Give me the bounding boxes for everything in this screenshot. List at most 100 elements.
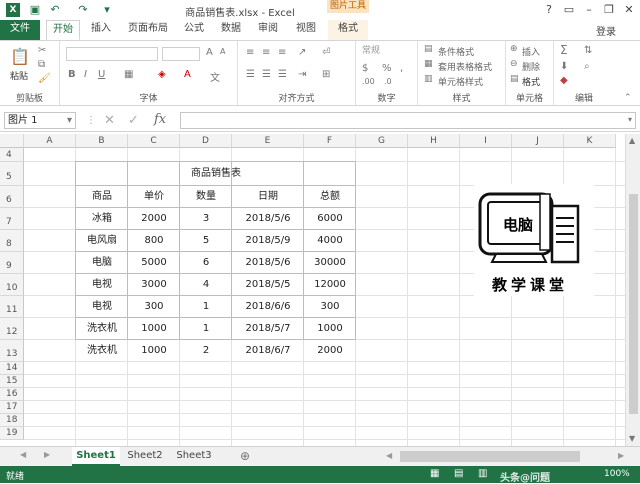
table-cell[interactable]: 5	[180, 230, 232, 252]
scroll-down-icon[interactable]: ▼	[629, 434, 635, 443]
tab-insert[interactable]: 插入	[84, 20, 118, 40]
underline-icon[interactable]: U	[98, 69, 105, 80]
comma-icon[interactable]: ,	[400, 63, 403, 74]
bold-icon[interactable]: B	[68, 69, 76, 80]
increase-decimal-icon[interactable]: .00	[362, 77, 375, 86]
table-cell[interactable]: 电视	[76, 296, 128, 318]
column-header-j[interactable]: J	[512, 134, 564, 148]
scroll-thumb[interactable]	[629, 194, 638, 414]
column-header-f[interactable]: F	[304, 134, 356, 148]
column-header-a[interactable]: A	[24, 134, 76, 148]
row-header-17[interactable]: 17	[0, 401, 24, 414]
name-box-dropdown-icon[interactable]: ▾	[67, 113, 72, 128]
sheet-tab-3[interactable]: Sheet3	[170, 447, 218, 466]
table-header-cell[interactable]: 总额	[304, 186, 356, 208]
increase-font-icon[interactable]: A	[206, 47, 213, 58]
tab-home[interactable]: 开始	[46, 20, 80, 40]
table-cell[interactable]: 2018/5/9	[232, 230, 304, 252]
table-cell[interactable]: 3	[180, 208, 232, 230]
row-header-11[interactable]: 11	[0, 296, 24, 318]
table-cell[interactable]: 5000	[128, 252, 180, 274]
page-break-view-icon[interactable]: ▥	[478, 468, 487, 479]
row-header-18[interactable]: 18	[0, 414, 24, 427]
scroll-up-icon[interactable]: ▲	[629, 136, 635, 145]
normal-view-icon[interactable]: ▦	[430, 468, 439, 479]
formula-input[interactable]	[180, 112, 636, 129]
decrease-decimal-icon[interactable]: .0	[384, 77, 392, 86]
paste-button[interactable]: 粘贴	[10, 69, 28, 82]
table-cell[interactable]: 2	[180, 340, 232, 362]
table-cell[interactable]: 6	[180, 252, 232, 274]
find-select-icon[interactable]: ⌕	[584, 61, 590, 72]
row-header-9[interactable]: 9	[0, 252, 24, 274]
add-sheet-icon[interactable]: ⊕	[240, 449, 250, 463]
cut-icon[interactable]: ✂	[38, 45, 46, 56]
cell-styles-button[interactable]: 单元格样式	[438, 75, 483, 88]
table-cell[interactable]: 电风扇	[76, 230, 128, 252]
hscroll-right-icon[interactable]: ▶	[618, 451, 624, 460]
row-header-10[interactable]: 10	[0, 274, 24, 296]
sort-filter-icon[interactable]: ⇅	[584, 45, 592, 56]
prev-sheet-icon[interactable]: ◀	[20, 450, 26, 459]
customize-toolbar-icon[interactable]: ▾	[100, 3, 114, 17]
next-sheet-icon[interactable]: ▶	[44, 450, 50, 459]
table-cell[interactable]: 洗衣机	[76, 340, 128, 362]
copy-icon[interactable]: ⧉	[38, 59, 45, 70]
table-cell[interactable]: 3000	[128, 274, 180, 296]
fill-icon[interactable]: ⬇	[560, 61, 568, 72]
currency-icon[interactable]: $	[362, 63, 368, 74]
fill-color-icon[interactable]: ◈	[158, 69, 166, 80]
table-cell[interactable]: 洗衣机	[76, 318, 128, 340]
sheet-tab-1[interactable]: Sheet1	[72, 447, 120, 466]
table-cell[interactable]: 6000	[304, 208, 356, 230]
row-header-15[interactable]: 15	[0, 375, 24, 388]
table-header-cell[interactable]: 日期	[232, 186, 304, 208]
table-cell[interactable]: 2000	[128, 208, 180, 230]
table-cell[interactable]: 2018/5/7	[232, 318, 304, 340]
undo-icon[interactable]: ↶	[48, 3, 62, 17]
row-header-14[interactable]: 14	[0, 362, 24, 375]
table-cell[interactable]: 电脑	[76, 252, 128, 274]
autosum-icon[interactable]: Σ	[560, 43, 568, 57]
font-color-icon[interactable]: A	[184, 69, 191, 80]
tab-data[interactable]: 数据	[216, 20, 246, 40]
table-cell[interactable]: 1	[180, 318, 232, 340]
insert-function-icon[interactable]: fx	[154, 112, 166, 127]
column-header-h[interactable]: H	[408, 134, 460, 148]
login-link[interactable]: 登录	[596, 23, 616, 38]
table-cell[interactable]: 1000	[128, 340, 180, 362]
table-cell[interactable]: 2018/5/6	[232, 252, 304, 274]
format-as-table-button[interactable]: 套用表格格式	[438, 60, 492, 73]
row-header-8[interactable]: 8	[0, 230, 24, 252]
name-box[interactable]: 图片 1 ▾	[4, 112, 76, 129]
expand-formula-icon[interactable]: ▾	[628, 115, 632, 124]
cancel-icon[interactable]: ✕	[104, 113, 115, 128]
row-header-19[interactable]: 19	[0, 427, 24, 440]
table-cell[interactable]: 4	[180, 274, 232, 296]
row-header-5[interactable]: 5	[0, 162, 24, 186]
delete-cells-button[interactable]: 删除	[522, 60, 540, 73]
column-header-e[interactable]: E	[232, 134, 304, 148]
table-cell[interactable]: 电视	[76, 274, 128, 296]
ribbon-display-icon[interactable]: ▭	[560, 2, 578, 18]
table-cell[interactable]: 4000	[304, 230, 356, 252]
row-header-13[interactable]: 13	[0, 340, 24, 362]
close-icon[interactable]: ✕	[620, 2, 638, 18]
table-cell[interactable]: 1000	[304, 318, 356, 340]
table-cell[interactable]: 2018/5/6	[232, 208, 304, 230]
sheet-tab-2[interactable]: Sheet2	[122, 447, 168, 466]
number-format-combo[interactable]: 常规	[360, 45, 414, 59]
column-header-k[interactable]: K	[564, 134, 616, 148]
paste-icon[interactable]: 📋	[10, 47, 30, 66]
row-header-16[interactable]: 16	[0, 388, 24, 401]
table-header-cell[interactable]: 单价	[128, 186, 180, 208]
decrease-font-icon[interactable]: A	[220, 47, 225, 56]
conditional-format-button[interactable]: 条件格式	[438, 45, 474, 58]
table-cell[interactable]: 冰箱	[76, 208, 128, 230]
font-name-combo[interactable]	[66, 47, 158, 61]
tab-page-layout[interactable]: 页面布局	[124, 20, 172, 40]
row-header-6[interactable]: 6	[0, 186, 24, 208]
table-cell[interactable]: 1	[180, 296, 232, 318]
zoom-level[interactable]: 100%	[604, 469, 630, 479]
indent-icon[interactable]: ⇥	[298, 69, 306, 80]
